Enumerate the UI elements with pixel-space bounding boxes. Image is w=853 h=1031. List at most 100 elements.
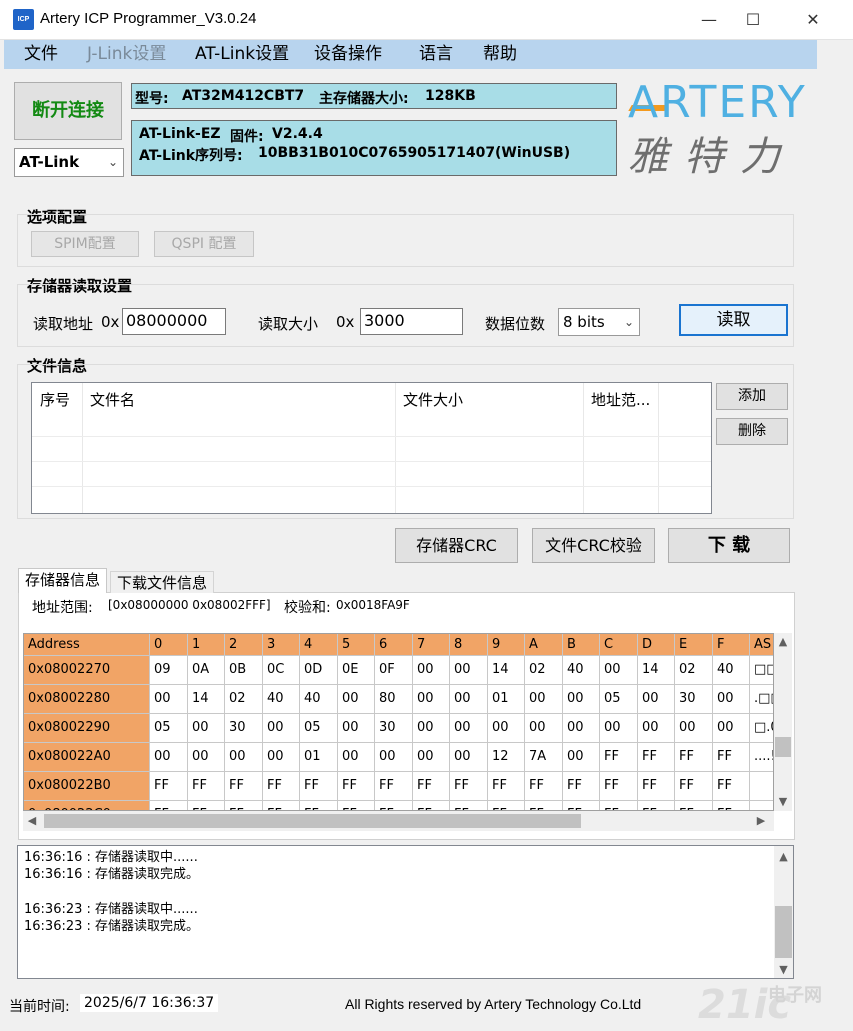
hex-row[interactable]: 0x080022B0 FF FF FF FF FF FF FF FF FF FF FF FF FF FF FF… bbox=[24, 772, 773, 801]
hex-byte-cell[interactable]: 40 bbox=[263, 685, 300, 714]
download-button[interactable]: 下 载 bbox=[668, 528, 790, 563]
hex-row-address[interactable]: 0x08002270 bbox=[24, 656, 150, 685]
read-address-input[interactable]: 08000000 bbox=[122, 308, 226, 335]
hex-byte-cell[interactable]: 40 bbox=[713, 656, 750, 685]
hex-byte-cell[interactable]: 00 bbox=[375, 743, 413, 772]
hex-byte-cell[interactable]: FF bbox=[525, 772, 563, 801]
hex-byte-cell[interactable]: 12 bbox=[488, 743, 525, 772]
probe-select[interactable]: AT-Link ⌄ bbox=[14, 148, 124, 177]
hex-ascii-cell[interactable]: □.0 bbox=[750, 714, 773, 743]
hex-byte-cell[interactable]: FF bbox=[413, 772, 450, 801]
tab-download-file-info[interactable]: 下载文件信息 bbox=[110, 571, 215, 593]
hex-byte-cell[interactable]: FF bbox=[638, 801, 675, 810]
hex-byte-cell[interactable]: 30 bbox=[225, 714, 263, 743]
close-button[interactable]: ✕ bbox=[784, 0, 842, 40]
hex-byte-cell[interactable]: 02 bbox=[675, 656, 713, 685]
hex-byte-cell[interactable]: FF bbox=[675, 743, 713, 772]
hex-byte-cell[interactable]: FF bbox=[375, 801, 413, 810]
hex-byte-cell[interactable]: 00 bbox=[263, 714, 300, 743]
data-bits-select[interactable]: 8 bits ⌄ bbox=[558, 308, 640, 336]
hex-byte-cell[interactable]: FF bbox=[225, 801, 263, 810]
hex-byte-cell[interactable]: 00 bbox=[225, 743, 263, 772]
file-column-name[interactable]: 文件名 bbox=[82, 383, 395, 417]
file-crc-button[interactable]: 文件CRC校验 bbox=[532, 528, 655, 563]
hex-byte-cell[interactable]: FF bbox=[600, 772, 638, 801]
scroll-up-icon[interactable]: ▲ bbox=[774, 635, 792, 648]
hex-byte-cell[interactable]: 00 bbox=[713, 685, 750, 714]
hex-column-header[interactable]: 2 bbox=[225, 634, 263, 656]
hex-byte-cell[interactable]: 00 bbox=[188, 743, 225, 772]
hex-byte-cell[interactable]: FF bbox=[300, 772, 338, 801]
hex-byte-cell[interactable]: FF bbox=[338, 772, 375, 801]
hex-byte-cell[interactable]: FF bbox=[675, 772, 713, 801]
hex-byte-cell[interactable]: 00 bbox=[413, 714, 450, 743]
menu-language[interactable]: 语言 bbox=[419, 43, 453, 65]
hex-byte-cell[interactable]: FF bbox=[338, 801, 375, 810]
hex-column-header[interactable]: F bbox=[713, 634, 750, 656]
hex-column-header[interactable]: 8 bbox=[450, 634, 488, 656]
hex-byte-cell[interactable]: FF bbox=[263, 801, 300, 810]
hex-byte-cell[interactable]: 00 bbox=[150, 685, 188, 714]
hex-grid-horizontal-scrollbar[interactable]: ◀ ▶ bbox=[23, 811, 774, 831]
hex-byte-cell[interactable]: FF bbox=[450, 772, 488, 801]
hex-byte-cell[interactable]: 00 bbox=[563, 743, 600, 772]
hex-byte-cell[interactable]: 02 bbox=[525, 656, 563, 685]
scroll-down-icon[interactable]: ▼ bbox=[774, 963, 793, 976]
hex-byte-cell[interactable]: 00 bbox=[150, 743, 188, 772]
hex-byte-cell[interactable]: 00 bbox=[525, 714, 563, 743]
hex-byte-cell[interactable]: FF bbox=[600, 801, 638, 810]
hex-byte-cell[interactable]: 09 bbox=[150, 656, 188, 685]
hex-byte-cell[interactable]: 7A bbox=[525, 743, 563, 772]
hex-byte-cell[interactable]: 00 bbox=[188, 714, 225, 743]
hex-column-header[interactable]: 3 bbox=[263, 634, 300, 656]
hex-byte-cell[interactable]: FF bbox=[413, 801, 450, 810]
hex-byte-cell[interactable]: 80 bbox=[375, 685, 413, 714]
hex-byte-cell[interactable]: 00 bbox=[525, 685, 563, 714]
hex-column-header[interactable]: 1 bbox=[188, 634, 225, 656]
read-size-input[interactable]: 3000 bbox=[360, 308, 463, 335]
hex-byte-cell[interactable]: 00 bbox=[413, 743, 450, 772]
hex-byte-cell[interactable]: 05 bbox=[600, 685, 638, 714]
hex-byte-cell[interactable]: 00 bbox=[638, 685, 675, 714]
hex-byte-cell[interactable]: 01 bbox=[488, 685, 525, 714]
hex-grid-vertical-scrollbar[interactable]: ▲ ▼ bbox=[774, 633, 792, 811]
hex-byte-cell[interactable]: FF bbox=[300, 801, 338, 810]
scroll-thumb[interactable] bbox=[775, 737, 791, 757]
memory-crc-button[interactable]: 存储器CRC bbox=[395, 528, 518, 563]
hex-byte-cell[interactable]: FF bbox=[600, 743, 638, 772]
hex-byte-cell[interactable]: 00 bbox=[450, 685, 488, 714]
maximize-button[interactable]: ☐ bbox=[724, 0, 782, 40]
hex-column-header[interactable]: A bbox=[525, 634, 563, 656]
hex-byte-cell[interactable]: 00 bbox=[713, 714, 750, 743]
hex-byte-cell[interactable]: FF bbox=[563, 801, 600, 810]
hex-column-header[interactable]: B bbox=[563, 634, 600, 656]
add-file-button[interactable]: 添加 bbox=[716, 383, 788, 410]
hex-ascii-cell[interactable]: □□ bbox=[750, 656, 773, 685]
hex-byte-cell[interactable]: 0A bbox=[188, 656, 225, 685]
hex-row-address[interactable]: 0x080022A0 bbox=[24, 743, 150, 772]
hex-byte-cell[interactable]: FF bbox=[563, 772, 600, 801]
scroll-down-icon[interactable]: ▼ bbox=[774, 795, 792, 808]
hex-ascii-cell[interactable]: .□□ bbox=[750, 685, 773, 714]
hex-column-header[interactable]: E bbox=[675, 634, 713, 656]
hex-column-header[interactable]: 9 bbox=[488, 634, 525, 656]
hex-column-header[interactable]: 4 bbox=[300, 634, 338, 656]
tab-memory-info[interactable]: 存储器信息 bbox=[18, 568, 108, 593]
hex-column-header[interactable]: D bbox=[638, 634, 675, 656]
hex-column-header[interactable]: AS bbox=[750, 634, 773, 656]
hex-byte-cell[interactable]: FF bbox=[488, 801, 525, 810]
hex-byte-cell[interactable]: 00 bbox=[338, 743, 375, 772]
hex-row-address[interactable]: 0x080022C0 bbox=[24, 801, 150, 810]
hex-byte-cell[interactable]: FF bbox=[150, 772, 188, 801]
hex-byte-cell[interactable]: FF bbox=[375, 772, 413, 801]
delete-file-button[interactable]: 删除 bbox=[716, 418, 788, 445]
hex-byte-cell[interactable]: FF bbox=[638, 743, 675, 772]
scroll-right-icon[interactable]: ▶ bbox=[754, 814, 768, 827]
hex-byte-cell[interactable]: 14 bbox=[638, 656, 675, 685]
hex-byte-cell[interactable]: FF bbox=[188, 801, 225, 810]
scroll-up-icon[interactable]: ▲ bbox=[774, 850, 793, 863]
hex-byte-cell[interactable]: FF bbox=[713, 743, 750, 772]
hex-byte-cell[interactable]: 00 bbox=[450, 743, 488, 772]
hex-column-header[interactable]: 0 bbox=[150, 634, 188, 656]
file-column-address[interactable]: 地址范... bbox=[583, 383, 658, 417]
